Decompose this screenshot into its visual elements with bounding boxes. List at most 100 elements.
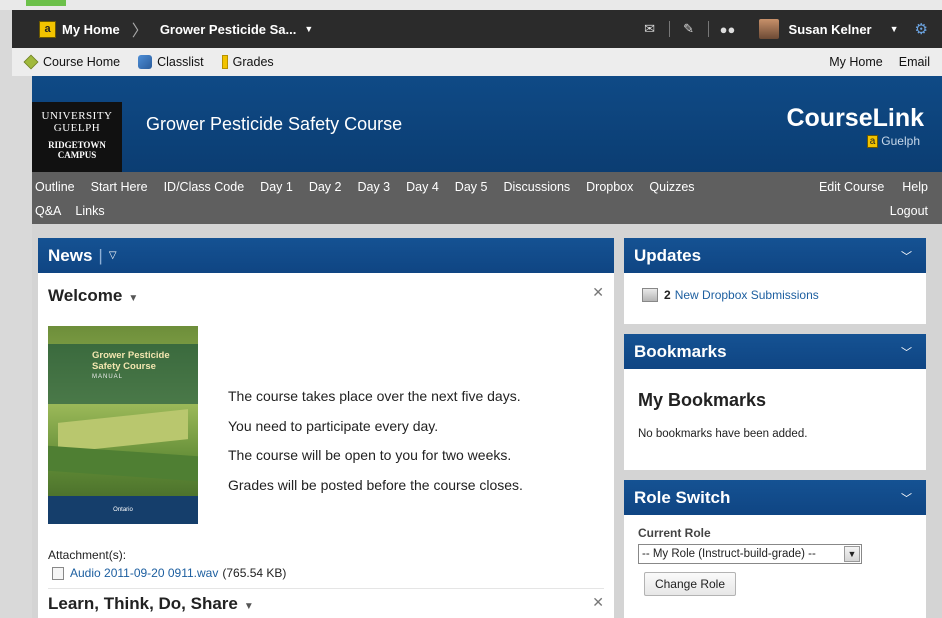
role-select[interactable]: -- My Role (Instruct-build-grade) -- ▼ — [638, 544, 862, 564]
progress-indicator — [26, 0, 66, 6]
my-bookmarks-heading: My Bookmarks — [638, 390, 767, 410]
cover-title: Grower Pesticide Safety Course — [92, 350, 170, 372]
update-alerts-icon[interactable]: ✎ — [680, 21, 698, 37]
news-title: News — [48, 245, 93, 265]
top-navbar: a My Home 〉 Grower Pesticide Sa... ▼ ✉ ✎… — [12, 10, 942, 48]
news-widget: News | ▽ Welcome ▼ ✕ Grower Pesticide Saf… — [38, 238, 614, 618]
news-line: The course takes place over the next fiv… — [228, 388, 521, 404]
grades-label: Grades — [232, 55, 274, 69]
home-logo-icon[interactable]: a — [39, 20, 56, 38]
classlist-label: Classlist — [157, 55, 204, 69]
role-switch-widget: Role Switch ﹀ Current Role -- My Role (I… — [624, 480, 926, 618]
manual-cover-image: Grower Pesticide Safety Course MANUAL On… — [48, 326, 198, 524]
nav-id-class-code[interactable]: ID/Class Code — [164, 180, 245, 194]
course-selector[interactable]: Grower Pesticide Sa... — [160, 22, 297, 37]
nav-start-here[interactable]: Start Here — [91, 180, 148, 194]
brand-sub: a Guelph — [866, 134, 920, 148]
updates-title: Updates — [634, 245, 702, 265]
course-banner: UNIVERSITY GUELPH RIDGETOWN CAMPUS Growe… — [32, 76, 942, 172]
nav-day-1[interactable]: Day 1 — [260, 180, 293, 194]
caret-down-icon[interactable]: ▼ — [244, 601, 254, 612]
updates-widget: Updates ﹀ 2 New Dropbox Submissions — [624, 238, 926, 324]
nav-day-5[interactable]: Day 5 — [455, 180, 488, 194]
close-icon[interactable]: ✕ — [592, 594, 604, 611]
classlist-link[interactable]: Classlist — [138, 55, 204, 69]
logout-link[interactable]: Logout — [890, 204, 928, 218]
user-caret-icon[interactable]: ▼ — [890, 24, 899, 34]
news-item-title-text: Welcome — [48, 286, 123, 305]
chevron-down-icon[interactable]: ﹀ — [901, 248, 912, 264]
nav-dropbox[interactable]: Dropbox — [586, 180, 633, 194]
settings-gear-icon[interactable]: ⚙ — [915, 20, 928, 38]
nav-edit-course[interactable]: Edit Course — [819, 180, 884, 194]
news-line: Grades will be posted before the course … — [228, 476, 523, 493]
logo-line-3: RIDGETOWN — [48, 140, 106, 150]
divider — [668, 21, 670, 37]
change-role-button[interactable]: Change Role — [644, 572, 736, 596]
logo-line-4: CAMPUS — [57, 150, 97, 160]
update-count: 2 — [664, 288, 671, 302]
chevron-down-icon[interactable]: ﹀ — [901, 490, 912, 506]
attachment-row: Audio 2011-09-20 0911.wav (765.54 KB) — [52, 566, 286, 580]
role-switch-title: Role Switch — [634, 487, 731, 507]
cover-subtitle: MANUAL — [92, 374, 124, 380]
dropbox-submissions-link[interactable]: New Dropbox Submissions — [675, 288, 819, 302]
bookmarks-empty-text: No bookmarks have been added. — [638, 428, 808, 440]
news-body: The course takes place over the next fiv… — [228, 382, 523, 500]
role-switch-header: Role Switch ﹀ — [624, 480, 926, 515]
cover-footer-text: Ontario — [113, 507, 133, 513]
caret-down-icon[interactable]: ▼ — [128, 293, 138, 304]
nav-day-2[interactable]: Day 2 — [309, 180, 342, 194]
nav-day-4[interactable]: Day 4 — [406, 180, 439, 194]
course-title: Grower Pesticide Safety Course — [146, 114, 403, 134]
news-menu-icon[interactable]: ▽ — [109, 250, 117, 261]
main-content: News | ▽ Welcome ▼ ✕ Grower Pesticide Saf… — [32, 224, 942, 618]
brand-badge-icon: a — [866, 134, 879, 148]
select-arrow-icon[interactable]: ▼ — [844, 546, 860, 562]
subscription-alerts-icon[interactable]: ●● — [719, 21, 737, 37]
nav-discussions[interactable]: Discussions — [503, 180, 570, 194]
my-home-right-link[interactable]: My Home — [829, 55, 882, 69]
grades-icon — [221, 55, 228, 69]
caret-down-icon[interactable]: ▼ — [304, 24, 313, 34]
avatar[interactable] — [758, 19, 779, 39]
classlist-icon — [138, 55, 153, 69]
email-link[interactable]: Email — [899, 55, 930, 69]
nav-quizzes[interactable]: Quizzes — [649, 180, 694, 194]
role-select-value: -- My Role (Instruct-build-grade) -- — [642, 548, 816, 560]
close-icon[interactable]: ✕ — [592, 284, 604, 301]
university-logo: UNIVERSITY GUELPH RIDGETOWN CAMPUS — [32, 102, 122, 172]
chevron-down-icon[interactable]: ﹀ — [901, 344, 912, 360]
course-menu: Outline Start Here ID/Class Code Day 1 D… — [32, 172, 942, 224]
updates-header: Updates ﹀ — [624, 238, 926, 273]
dropbox-icon — [642, 288, 658, 302]
top-right-tools: ✉ ✎ ●● Susan Kelner ▼ ⚙ — [641, 19, 942, 39]
divider — [48, 588, 604, 589]
course-home-icon — [23, 54, 39, 70]
attachments-label: Attachment(s): — [48, 548, 127, 562]
nav-outline[interactable]: Outline — [35, 180, 75, 194]
top-strip — [0, 0, 942, 10]
brand-sub-label: Guelph — [881, 134, 920, 148]
message-alerts-icon[interactable]: ✉ — [641, 21, 659, 37]
audio-file-icon — [52, 566, 64, 580]
course-home-link[interactable]: Course Home — [23, 54, 121, 70]
grades-link[interactable]: Grades — [221, 55, 274, 69]
news-line: The course will be open to you for two w… — [228, 447, 512, 463]
divider — [707, 21, 709, 37]
nav-day-3[interactable]: Day 3 — [357, 180, 390, 194]
attachment-link[interactable]: Audio 2011-09-20 0911.wav — [70, 566, 218, 580]
news-item-title: Learn, Think, Do, Share ▼ — [48, 594, 254, 614]
nav-help[interactable]: Help — [902, 180, 928, 194]
news-line: You need to participate every day. — [228, 417, 439, 434]
nav-qa[interactable]: Q&A — [35, 204, 61, 218]
dropbox-update: 2 New Dropbox Submissions — [642, 288, 819, 302]
my-home-link[interactable]: My Home — [62, 22, 120, 37]
news-item-title: Welcome ▼ — [48, 286, 138, 306]
user-menu[interactable]: Susan Kelner — [789, 22, 872, 37]
nav-links[interactable]: Links — [75, 204, 104, 218]
news-header: News | ▽ — [38, 238, 614, 273]
divider: | — [98, 245, 103, 265]
field-shape — [48, 445, 198, 482]
course-home-label: Course Home — [43, 55, 121, 69]
